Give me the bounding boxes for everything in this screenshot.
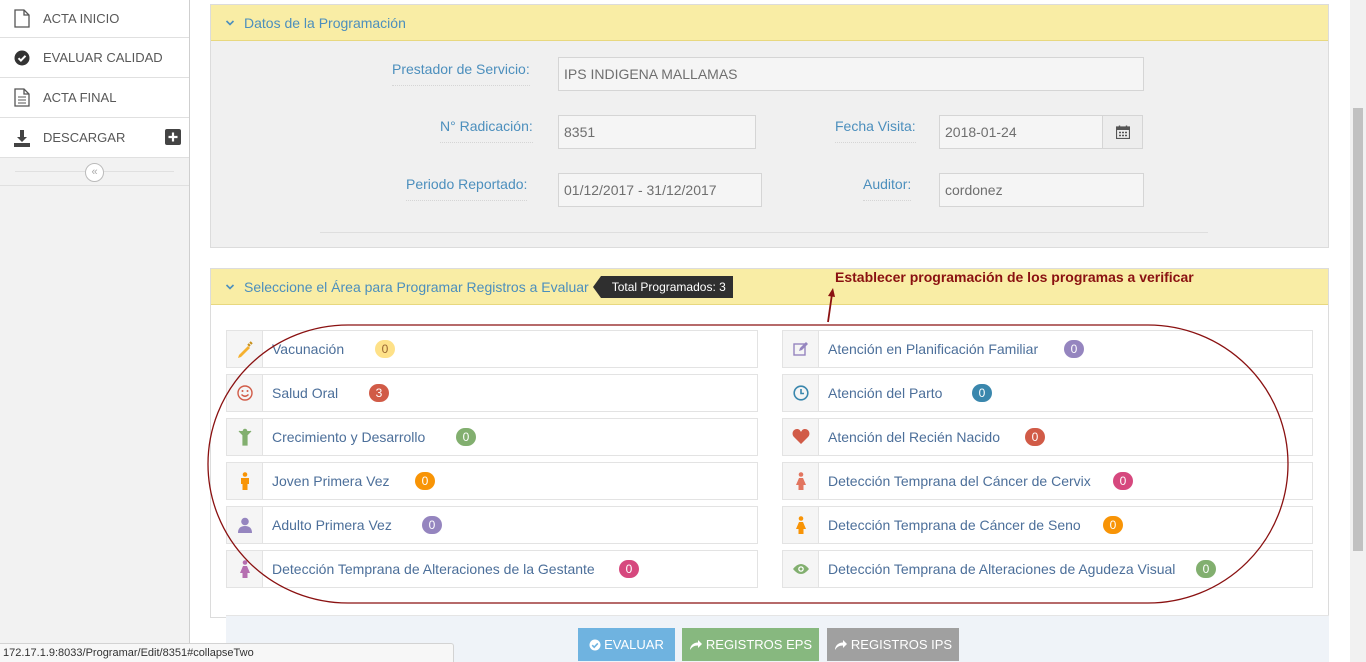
button-label: EVALUAR: [604, 637, 664, 652]
button-label: REGISTROS IPS: [850, 637, 953, 652]
panel-title: Datos de la Programación: [244, 14, 406, 31]
chevron-down-icon: [225, 283, 235, 290]
sidebar-item-acta-inicio[interactable]: ACTA INICIO: [0, 0, 189, 38]
button-label: REGISTROS EPS: [705, 637, 813, 652]
chevron-down-icon: [225, 19, 235, 26]
collapse-sidebar-button[interactable]: «: [85, 163, 104, 182]
sidebar-item-label: ACTA INICIO: [43, 11, 120, 26]
radicacion-label: N° Radicación:: [440, 118, 533, 143]
scrollbar-thumb[interactable]: [1353, 108, 1363, 551]
annotation-text: Establecer programación de los programas…: [835, 269, 1194, 285]
document-text-icon: [12, 88, 32, 108]
periodo-label: Periodo Reportado:: [406, 176, 528, 201]
plus-square-icon[interactable]: [165, 129, 181, 145]
document-icon: [12, 9, 32, 29]
download-icon: [12, 128, 32, 148]
sidebar-item-acta-final[interactable]: ACTA FINAL: [0, 78, 189, 118]
prestador-field[interactable]: IPS INDIGENA MALLAMAS: [558, 57, 1144, 91]
vertical-scrollbar[interactable]: [1350, 0, 1366, 662]
registros-ips-button[interactable]: REGISTROS IPS: [827, 628, 959, 661]
panel-title: Seleccione el Área para Programar Regist…: [244, 278, 589, 295]
annotation-arrow-icon: [827, 288, 835, 323]
auditor-field[interactable]: cordonez: [939, 173, 1144, 207]
total-programados-badge: Total Programados: 3: [592, 275, 733, 298]
periodo-field[interactable]: 01/12/2017 - 31/12/2017: [558, 173, 762, 207]
calendar-icon: [1115, 125, 1130, 139]
sidebar: ACTA INICIO EVALUAR CALIDAD ACTA FINAL D…: [0, 0, 190, 662]
fecha-visita-label: Fecha Visita:: [835, 118, 916, 143]
prestador-label: Prestador de Servicio:: [392, 61, 530, 86]
sidebar-item-evaluar-calidad[interactable]: EVALUAR CALIDAD: [0, 38, 189, 78]
browser-status-url: 172.17.1.9:8033/Programar/Edit/8351#coll…: [0, 643, 454, 662]
programacion-panel-header[interactable]: Datos de la Programación: [211, 5, 1328, 41]
radicacion-field[interactable]: 8351: [558, 115, 756, 149]
main-content: Datos de la Programación Prestador de Se…: [190, 0, 1350, 662]
sidebar-item-label: EVALUAR CALIDAD: [43, 50, 163, 65]
fecha-visita-field[interactable]: 2018-01-24: [939, 115, 1103, 149]
check-circle-icon: [589, 639, 601, 650]
sidebar-collapse-row: «: [0, 158, 189, 186]
auditor-label: Auditor:: [863, 176, 912, 201]
sidebar-item-label: ACTA FINAL: [43, 90, 117, 105]
annotation-ellipse: [207, 324, 1289, 604]
sidebar-item-label: DESCARGAR: [43, 130, 126, 145]
programacion-panel: Datos de la Programación: [210, 4, 1329, 248]
share-icon: [689, 639, 702, 650]
check-circle-icon: [12, 48, 32, 68]
evaluar-button[interactable]: EVALUAR: [578, 628, 675, 661]
calendar-button[interactable]: [1102, 115, 1143, 149]
registros-eps-button[interactable]: REGISTROS EPS: [682, 628, 819, 661]
divider: [320, 232, 1208, 233]
share-icon: [834, 639, 847, 650]
sidebar-item-descargar[interactable]: DESCARGAR: [0, 118, 189, 158]
